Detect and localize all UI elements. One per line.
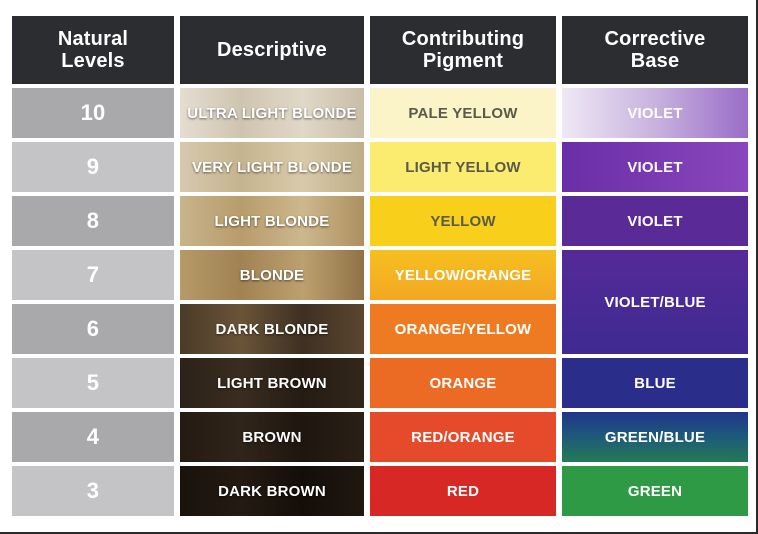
header-contributing-pigment: Contributing Pigment bbox=[370, 16, 556, 84]
descriptive-cell: LIGHT BROWN bbox=[180, 358, 364, 408]
level-cell: 8 bbox=[12, 196, 174, 246]
pigment-cell: RED/ORANGE bbox=[370, 412, 556, 462]
corrective-cell: GREEN bbox=[562, 466, 748, 516]
descriptive-cell: DARK BLONDE bbox=[180, 304, 364, 354]
descriptive-cell: BROWN bbox=[180, 412, 364, 462]
corrective-cell: VIOLET bbox=[562, 196, 748, 246]
descriptive-cell: LIGHT BLONDE bbox=[180, 196, 364, 246]
level-cell: 5 bbox=[12, 358, 174, 408]
pigment-cell: LIGHT YELLOW bbox=[370, 142, 556, 192]
hair-level-chart: Natural Levels Descriptive Contributing … bbox=[0, 0, 758, 534]
pigment-cell: PALE YELLOW bbox=[370, 88, 556, 138]
descriptive-cell: DARK BROWN bbox=[180, 466, 364, 516]
pigment-cell: ORANGE/YELLOW bbox=[370, 304, 556, 354]
header-descriptive: Descriptive bbox=[180, 16, 364, 84]
corrective-cell: BLUE bbox=[562, 358, 748, 408]
corrective-cell: GREEN/BLUE bbox=[562, 412, 748, 462]
descriptive-cell: BLONDE bbox=[180, 250, 364, 300]
corrective-cell: VIOLET/BLUE bbox=[562, 250, 748, 354]
descriptive-cell: ULTRA LIGHT BLONDE bbox=[180, 88, 364, 138]
corrective-cell: VIOLET bbox=[562, 88, 748, 138]
descriptive-cell: VERY LIGHT BLONDE bbox=[180, 142, 364, 192]
pigment-cell: ORANGE bbox=[370, 358, 556, 408]
level-cell: 7 bbox=[12, 250, 174, 300]
header-corrective-base: Corrective Base bbox=[562, 16, 748, 84]
level-cell: 4 bbox=[12, 412, 174, 462]
level-cell: 10 bbox=[12, 88, 174, 138]
header-natural-levels: Natural Levels bbox=[12, 16, 174, 84]
level-cell: 3 bbox=[12, 466, 174, 516]
pigment-cell: RED bbox=[370, 466, 556, 516]
pigment-cell: YELLOW/ORANGE bbox=[370, 250, 556, 300]
level-cell: 6 bbox=[12, 304, 174, 354]
pigment-cell: YELLOW bbox=[370, 196, 556, 246]
corrective-cell: VIOLET bbox=[562, 142, 748, 192]
level-cell: 9 bbox=[12, 142, 174, 192]
